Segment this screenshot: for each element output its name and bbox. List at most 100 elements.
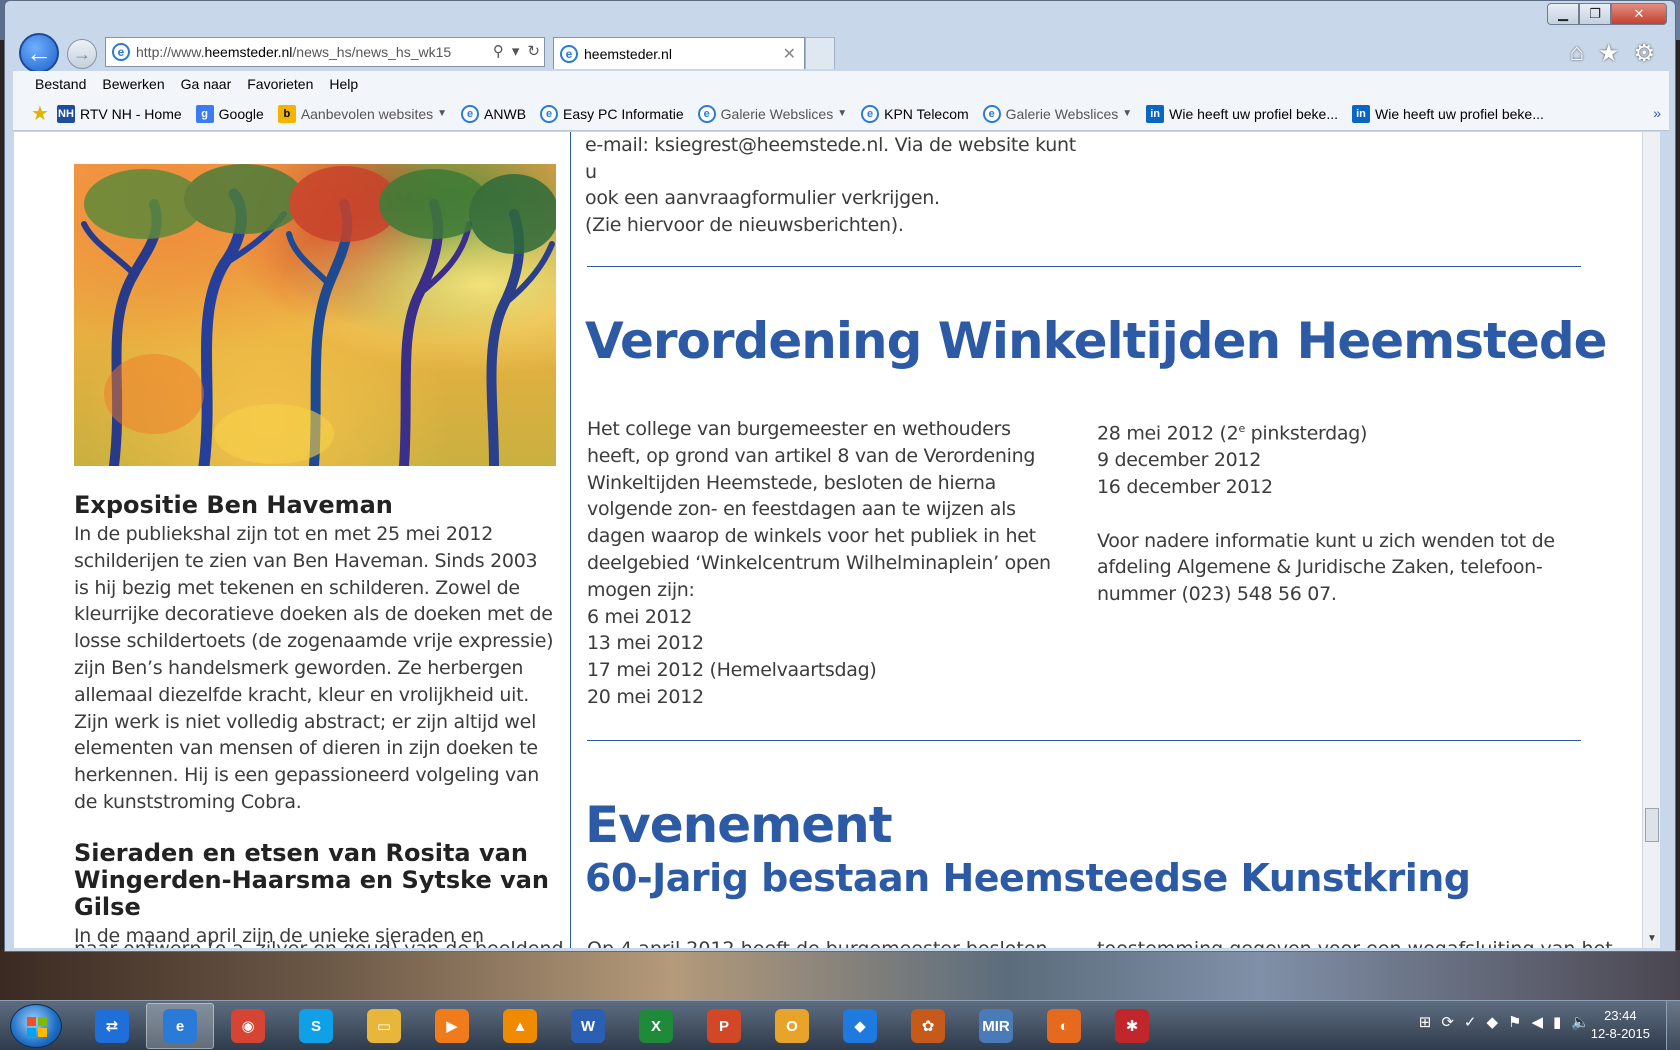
taskbar-app-file-explorer[interactable]: ▭ [350,1003,418,1049]
menu-item-favorieten[interactable]: Favorieten [247,76,313,92]
url-prefix: http://www. [136,44,205,60]
ie-favicon-icon: e [540,104,559,123]
taskbar-app-paint-app[interactable]: ✱ [1098,1003,1166,1049]
forward-button[interactable]: → [67,39,97,69]
star-icon[interactable]: ★ [1598,39,1620,68]
verordening-col-b: 28 mei 2012 (2e pinksterdag) 9 december … [1097,416,1577,608]
home-icon[interactable]: ⌂ [1569,39,1584,68]
gear-icon[interactable]: ⚙ [1633,39,1655,68]
scroll-down-icon[interactable]: ▼ [1647,933,1657,944]
favorites-list: NH RTV NH - Home g Google b Aanbevolen websit… [57,104,1558,123]
taskbar-app-outlook[interactable]: O [758,1003,826,1049]
favorite-label: Galerie Webslices [720,105,834,122]
taskbar-app-internet-explorer[interactable]: e [146,1003,214,1049]
mir-icon: MIR [979,1009,1013,1043]
favorite-label: Easy PC Informatie [563,105,684,122]
taskbar-app-mir[interactable]: MIR [962,1003,1030,1049]
photo-app-icon: ✿ [911,1009,945,1043]
menu-item-bestand[interactable]: Bestand [35,76,86,92]
favorite-item[interactable]: e Galerie Webslices ▼ [697,104,848,123]
menu-item-ga-naar[interactable]: Ga naar [181,76,232,92]
dropdown-icon[interactable]: ▾ [512,42,520,60]
tab-close-icon[interactable]: ✕ [783,44,796,64]
ie-favicon-icon: e [697,104,716,123]
chevron-more-icon[interactable]: » [1653,105,1661,121]
favorite-item[interactable]: b Aanbevolen websites ▼ [277,104,448,123]
search-icon[interactable]: ⚲ [493,42,504,60]
minimize-button[interactable]: ▁ [1547,3,1579,25]
text-line: (Zie hiervoor de nieuwsberichten). [585,213,904,236]
ie-favicon-icon: e [982,104,1001,123]
taskbar-apps: ⇄ e ◉ S ▭ ▶ ▲ W X P O ◆ ✿ MIR ◐ ✱ [78,1003,1166,1049]
start-button[interactable] [10,1004,62,1048]
outlook-icon: O [775,1009,809,1043]
text-line: ook een aanvraagformulier verkrijgen. [585,187,940,209]
date-item: 9 december 2012 [1097,449,1261,472]
taskbar-app-powerpoint[interactable]: P [690,1003,758,1049]
tab-title: heemsteder.nl [584,45,672,62]
taskbar-app-firefox[interactable]: ◐ [1030,1003,1098,1049]
verordening-col-a: Het college van burgemeester en wethoude… [587,416,1067,711]
menu-item-bewerken[interactable]: Bewerken [102,76,164,92]
address-bar[interactable]: e http://www. heemsteder.nl/news_hs/news_… [105,37,545,67]
scrollbar-thumb[interactable] [1645,808,1659,842]
taskbar-app-photo-app[interactable]: ✿ [894,1003,962,1049]
ie-favicon-icon: e [861,104,880,123]
menu-item-help[interactable]: Help [329,76,358,92]
evenement-text-cut: Op 4 april 2012 heeft de burgemeester be… [587,938,1048,948]
taskbar-app-word[interactable]: W [554,1003,622,1049]
taskbar-app-chrome[interactable]: ◉ [214,1003,282,1049]
dropbox-tray-icon[interactable]: ◆ [1487,1013,1499,1031]
network-icon[interactable]: ▮ [1553,1013,1561,1031]
taskbar-app-skype[interactable]: S [282,1003,350,1049]
address-tools: ⚲ ▾ ↻ [493,42,540,60]
favorite-item[interactable]: e Galerie Webslices ▼ [982,104,1132,123]
clock[interactable]: 23:44 12-8-2015 [1591,1007,1650,1043]
volume-icon[interactable]: 🔈 [1571,1013,1590,1031]
maximize-button[interactable]: ❐ [1579,3,1611,25]
file-explorer-icon: ▭ [367,1009,401,1043]
taskbar-app-excel[interactable]: X [622,1003,690,1049]
back-button[interactable]: ← [19,33,59,73]
favorite-item[interactable]: e Easy PC Informatie [540,104,684,123]
chevron-down-icon: ▼ [437,108,448,119]
chevron-down-icon: ▼ [837,108,848,119]
favorites-star-icon[interactable]: ★ [31,103,49,125]
taskbar-app-teamviewer[interactable]: ⇄ [78,1003,146,1049]
verordening-title: Verordening Winkeltijden Heemstede [585,312,1608,370]
clock-time: 23:44 [1604,1008,1637,1023]
refresh-icon[interactable]: ↻ [527,42,540,60]
tab-heemsteder[interactable]: e heemsteder.nl ✕ [553,37,805,69]
menu-bar: Bestand Bewerken Ga naar Favorieten Help [13,71,1669,97]
system-tray: ⊞ ⟳ ✓ ◆ ⚑ ◀ ▮ 🔈 [1419,1013,1590,1031]
favorite-item[interactable]: e ANWB [461,104,526,123]
favorite-item[interactable]: g Google [195,104,264,123]
favorite-item[interactable]: e KPN Telecom [861,104,969,123]
warning-icon[interactable]: ◀ [1532,1013,1544,1031]
flag-icon[interactable]: ⚑ [1508,1013,1521,1031]
dropbox-icon: ◆ [843,1009,877,1043]
favorite-label: Aanbevolen websites [300,105,434,122]
taskbar-app-vlc[interactable]: ▲ [486,1003,554,1049]
sieraden-title: Sieraden en etsen van Rosita van Wingerd… [74,838,550,921]
firefox-icon: ◐ [1047,1009,1081,1043]
update-icon[interactable]: ⟳ [1441,1013,1454,1031]
show-desktop-button[interactable] [1666,1001,1680,1050]
taskbar-app-media-player[interactable]: ▶ [418,1003,486,1049]
favorite-label: KPN Telecom [884,105,969,122]
taskbar-app-dropbox[interactable]: ◆ [826,1003,894,1049]
favorite-item[interactable]: in Wie heeft uw profiel beke... [1352,104,1544,123]
check-icon[interactable]: ✓ [1464,1013,1477,1031]
chrome-icon: ◉ [231,1009,265,1043]
date-item: 28 mei 2012 (2e pinksterdag) [1097,416,1577,447]
powerpoint-icon: P [707,1009,741,1043]
ie-favicon-icon: e [461,104,480,123]
windows-tray-icon[interactable]: ⊞ [1419,1013,1432,1031]
favorite-item[interactable]: NH RTV NH - Home [57,104,182,123]
vertical-scrollbar[interactable]: ▼ [1642,132,1660,948]
new-tab-button[interactable] [805,37,835,69]
trees-painting [81,164,556,466]
date-item: 6 mei 2012 [587,605,692,628]
close-button[interactable]: ✕ [1611,3,1667,25]
favorite-item[interactable]: in Wie heeft uw profiel beke... [1146,104,1338,123]
